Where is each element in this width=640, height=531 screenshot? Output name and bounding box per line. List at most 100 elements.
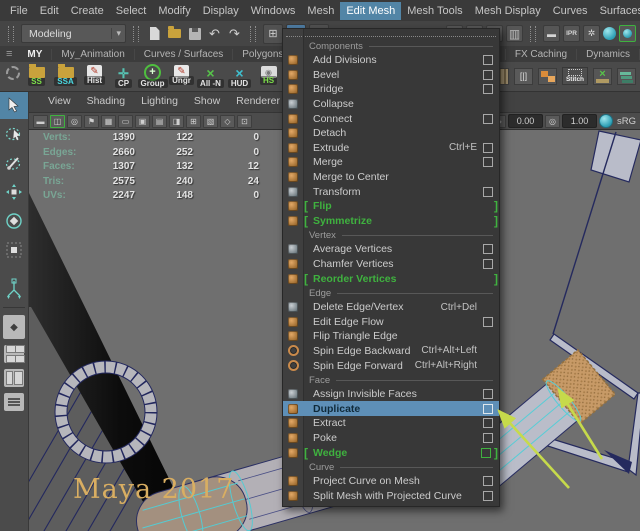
menu-item-average-vertices[interactable]: Average Vertices [283,242,499,257]
menu-item-flip-triangle-edge[interactable]: Flip Triangle Edge [283,329,499,344]
menu-set-selector[interactable]: Modeling ▾ [21,24,126,43]
view-flag-icon[interactable] [84,114,99,128]
menu-mesh[interactable]: Mesh [301,2,340,20]
menu-mesh-tools[interactable]: Mesh Tools [401,2,468,20]
snap-point-icon[interactable] [506,25,523,42]
new-scene-icon[interactable] [146,25,163,42]
menu-item-delete-edge-vertex[interactable]: Delete Edge/Vertex Ctrl+Del [283,300,499,315]
shelf-tab-curves-surfaces[interactable]: Curves / Surfaces [135,48,234,60]
option-box[interactable] [483,389,493,400]
menu-item-poke[interactable]: Poke [283,431,499,446]
shelf-item-ss[interactable]: SS [22,63,51,86]
menu-edit-mesh[interactable]: Edit Mesh [340,1,402,20]
gamma-icon[interactable] [545,114,560,128]
shelf-tab-my[interactable]: MY [18,48,53,60]
menu-item-assign-invisible-faces[interactable]: Assign Invisible Faces [283,387,499,402]
menu-item-chamfer-vertices[interactable]: Chamfer Vertices [283,257,499,272]
shelf-item-all-n[interactable]: All -N [196,63,225,88]
brackets-icon[interactable] [514,67,533,85]
option-box[interactable] [483,432,493,443]
menu-create[interactable]: Create [65,2,110,20]
menu-item-spin-edge-backward[interactable]: Spin Edge Backward Ctrl+Alt+Left [283,344,499,359]
resolution-gate-icon[interactable] [135,114,150,128]
option-box[interactable] [481,447,491,458]
option-box[interactable] [483,84,493,95]
menu-item-wedge[interactable]: Wedge [283,445,499,460]
menu-tearoff[interactable] [286,32,496,37]
option-box[interactable] [483,157,493,168]
menu-curves[interactable]: Curves [547,2,594,20]
lasso-tool[interactable] [0,119,28,148]
safe-title-icon[interactable] [203,114,218,128]
hypershade-icon[interactable] [603,27,616,40]
panel-menu-view[interactable]: View [41,93,78,109]
film-gate-icon[interactable] [118,114,133,128]
shelf-tab-dynamics[interactable]: Dynamics [577,48,640,60]
option-box[interactable] [483,142,493,153]
gamma-field[interactable]: 1.00 [562,114,597,128]
shelf-item-cp[interactable]: CP [109,63,138,88]
grip-handle[interactable] [250,25,256,42]
render-settings-icon[interactable] [583,25,600,42]
move-tool[interactable] [0,177,28,206]
scale-tool[interactable] [0,235,28,264]
redo-icon[interactable] [226,25,243,42]
menu-item-spin-edge-forward[interactable]: Spin Edge Forward Ctrl+Alt+Right [283,358,499,373]
option-box[interactable] [483,259,493,270]
menu-item-flip[interactable]: Flip [283,199,499,214]
menu-item-project-curve-on-mesh[interactable]: Project Curve on Mesh [283,474,499,489]
camera-attrs-icon[interactable] [33,114,48,128]
gate-mask-icon[interactable] [152,114,167,128]
paint-select-tool[interactable] [0,148,28,177]
layers-icon[interactable] [617,67,636,85]
menu-item-merge-to-center[interactable]: Merge to Center [283,170,499,185]
menu-item-extract[interactable]: Extract [283,416,499,431]
menu-mesh-display[interactable]: Mesh Display [469,2,547,20]
joint-manipulator-icon[interactable] [0,274,28,303]
menu-item-edit-edge-flow[interactable]: Edit Edge Flow [283,315,499,330]
field-chart-icon[interactable] [169,114,184,128]
shelf-gear-icon[interactable] [4,63,22,80]
menu-surfaces[interactable]: Surfaces [594,2,640,20]
option-box[interactable] [483,490,493,501]
open-scene-icon[interactable] [166,25,183,42]
grip-handle[interactable] [530,25,536,42]
poly-cubes-icon[interactable] [538,67,557,85]
menu-item-bevel[interactable]: Bevel [283,68,499,83]
shelf-item-ssa[interactable]: SSA [51,63,80,86]
safe-action-icon[interactable] [186,114,201,128]
shelf-tab-my-animation[interactable]: My_Animation [52,48,135,60]
layout-four-pane-button[interactable] [4,345,25,363]
render-view-icon[interactable] [543,25,560,42]
menu-modify[interactable]: Modify [152,2,196,20]
shelf-item-hs[interactable]: HS [254,63,283,85]
menu-item-split-mesh-with-projected-curve[interactable]: Split Mesh with Projected Curve [283,488,499,503]
ipr-render-icon[interactable]: IPR [563,25,580,42]
stitch-icon[interactable]: Stitch [562,67,588,85]
option-box[interactable] [483,403,493,414]
grip-handle[interactable] [8,25,14,42]
option-box[interactable] [483,476,493,487]
wireframe-icon[interactable] [220,114,235,128]
option-box[interactable] [483,55,493,66]
menu-windows[interactable]: Windows [245,2,302,20]
option-box[interactable] [483,316,493,327]
grid-toggle-icon[interactable] [101,114,116,128]
exposure-field[interactable]: 0.00 [508,114,543,128]
plant-icon[interactable] [593,67,612,85]
shelf-item-group[interactable]: Group [137,63,168,88]
menu-display[interactable]: Display [197,2,245,20]
selection-mask-hierarchy-icon[interactable] [263,23,283,44]
shelf-menu-icon[interactable]: ≡ [0,48,18,60]
option-box[interactable] [483,113,493,124]
save-scene-icon[interactable] [186,25,203,42]
menu-item-symmetrize[interactable]: Symmetrize [283,214,499,229]
panel-menu-renderer[interactable]: Renderer [229,93,287,109]
layout-outliner-button[interactable] [4,393,24,411]
option-box[interactable] [483,244,493,255]
menu-item-merge[interactable]: Merge [283,155,499,170]
menu-item-collapse[interactable]: Collapse [283,97,499,112]
menu-edit[interactable]: Edit [34,2,65,20]
layout-single-pane-button[interactable]: ◆ [3,315,25,339]
menu-item-transform[interactable]: Transform [283,184,499,199]
